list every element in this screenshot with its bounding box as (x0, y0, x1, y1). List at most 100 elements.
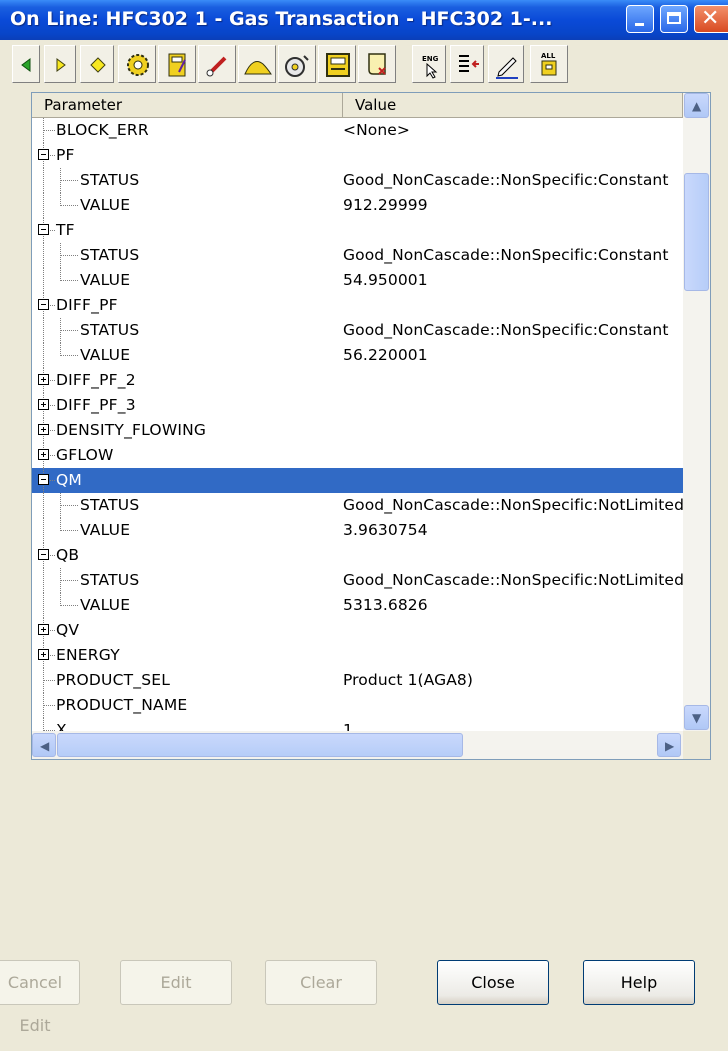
tree-node[interactable]: PRODUCT_SEL Product 1(AGA8) (32, 668, 683, 693)
minimize-button[interactable] (626, 5, 654, 33)
expand-icon[interactable] (38, 399, 49, 410)
expand-icon[interactable] (38, 374, 49, 385)
parameter-value (343, 694, 683, 717)
parameter-name: DIFF_PF_2 (56, 371, 136, 389)
tree-node[interactable]: PF (32, 143, 683, 168)
tree-leaf[interactable]: STATUS Good_NonCascade::NonSpecific:Const… (32, 318, 683, 343)
tree-node[interactable]: TF (32, 218, 683, 243)
parameter-value: Good_NonCascade::NonSpecific:Constant (343, 246, 669, 264)
parameter-value (343, 619, 683, 642)
cancel-edit-button[interactable]: Cancel Edit (0, 960, 80, 1035)
expand-icon[interactable] (38, 624, 49, 635)
tree-node[interactable]: DIFF_PF_3 (32, 393, 683, 418)
tree-node[interactable]: QV (32, 618, 683, 643)
connection-button[interactable] (278, 45, 316, 83)
display-panel-button[interactable] (318, 45, 356, 83)
unit-eng-button[interactable]: ENG (412, 45, 446, 83)
horizontal-scroll-thumb[interactable] (57, 733, 463, 757)
parameter-name: VALUE (80, 196, 131, 214)
tool-edit-button[interactable] (198, 45, 236, 83)
parameter-tree[interactable]: Parameter Value BLOCK_ERR <None> PF STATUS G… (31, 92, 711, 760)
horizontal-scrollbar[interactable]: ◀ ▶ (32, 731, 683, 759)
collapse-icon[interactable] (38, 299, 49, 310)
collapse-icon[interactable] (38, 224, 49, 235)
list-insert-button[interactable] (450, 45, 484, 83)
tree-node[interactable]: QM (32, 468, 683, 493)
tree-leaf[interactable]: STATUS Good_NonCascade::NonSpecific:NotLi… (32, 493, 683, 518)
tree-connector (43, 243, 44, 268)
collapse-icon[interactable] (38, 474, 49, 485)
scroll-up-button[interactable]: ▲ (684, 93, 709, 118)
parameter-name: PRODUCT_SEL (56, 671, 171, 689)
expand-icon[interactable] (38, 424, 49, 435)
close-window-button[interactable]: ✕ (694, 5, 728, 33)
tree-node[interactable]: X1 (32, 718, 683, 731)
tree-node[interactable]: DENSITY_FLOWING (32, 418, 683, 443)
parameter-name: VALUE (80, 346, 131, 364)
help-button[interactable]: Help (583, 960, 695, 1005)
parameter-value: 54.950001 (343, 271, 428, 289)
tree-connector (60, 530, 78, 531)
all-devices-icon: ALL (541, 52, 557, 76)
gear-settings-button[interactable] (118, 45, 156, 83)
tree-node[interactable]: ENERGY (32, 643, 683, 668)
maximize-button[interactable] (660, 5, 688, 33)
scroll-right-button[interactable]: ▶ (657, 733, 681, 757)
device-check-button[interactable] (158, 45, 196, 83)
tree-leaf[interactable]: VALUE 3.9630754 (32, 518, 683, 543)
tree-leaf[interactable]: VALUE 912.29999 (32, 193, 683, 218)
device-check-icon (168, 53, 186, 77)
close-icon: ✕ (701, 6, 720, 31)
tree-leaf[interactable]: STATUS Good_NonCascade::NonSpecific:NotLi… (32, 568, 683, 593)
tree-node[interactable]: GFLOW (32, 443, 683, 468)
forward-icon (56, 58, 66, 72)
tree-connector (60, 330, 78, 331)
parameter-value: <None> (343, 121, 411, 139)
parameter-value: 1 (343, 721, 353, 731)
chevron-left-icon: ◀ (40, 739, 50, 753)
expand-icon[interactable] (38, 449, 49, 460)
vertical-scroll-thumb[interactable] (684, 173, 709, 291)
parameter-name: STATUS (80, 571, 140, 589)
tree-leaf[interactable]: VALUE 5313.6826 (32, 593, 683, 618)
parameter-name: DIFF_PF (56, 296, 118, 314)
tree-leaf[interactable]: STATUS Good_NonCascade::NonSpecific:Const… (32, 243, 683, 268)
tree-node[interactable]: DIFF_PF (32, 293, 683, 318)
forward-button[interactable] (44, 45, 76, 83)
parameter-name: QM (56, 471, 82, 489)
trend-chart-button[interactable] (238, 45, 276, 83)
vertical-scrollbar[interactable]: ▲ ▼ (683, 93, 710, 731)
tree-leaf[interactable]: VALUE 54.950001 (32, 268, 683, 293)
tree-connector (60, 180, 78, 181)
tree-connector (43, 493, 44, 518)
parameter-value: Product 1(AGA8) (343, 671, 474, 689)
close-button[interactable]: Close (437, 960, 549, 1005)
parameter-name: PF (56, 146, 75, 164)
tree-leaf[interactable]: VALUE 56.220001 (32, 343, 683, 368)
tree-node[interactable]: BLOCK_ERR <None> (32, 118, 683, 143)
back-button[interactable] (12, 45, 40, 83)
tree-node[interactable]: PRODUCT_NAME (32, 693, 683, 718)
tree-node[interactable]: QB (32, 543, 683, 568)
script-scroll-button[interactable] (358, 45, 396, 83)
diamond-button[interactable] (80, 45, 114, 83)
tree-leaf[interactable]: STATUS Good_NonCascade::NonSpecific:Const… (32, 168, 683, 193)
expand-icon[interactable] (38, 649, 49, 660)
parameter-name: QB (56, 546, 80, 564)
clear-button[interactable]: Clear (265, 960, 377, 1005)
tree-rows: BLOCK_ERR <None> PF STATUS Good_NonCascade::… (32, 118, 683, 731)
maximize-icon (667, 12, 681, 24)
collapse-icon[interactable] (38, 149, 49, 160)
edit-button[interactable]: Edit (120, 960, 232, 1005)
parameter-column-header[interactable]: Parameter (32, 93, 343, 117)
parameter-value: 3.9630754 (343, 521, 428, 539)
collapse-icon[interactable] (38, 549, 49, 560)
value-column-header[interactable]: Value (343, 93, 683, 117)
tree-connector (60, 280, 78, 281)
all-devices-button[interactable]: ALL (530, 45, 568, 83)
scroll-down-button[interactable]: ▼ (684, 705, 709, 730)
scroll-left-button[interactable]: ◀ (32, 733, 56, 757)
window-title: On Line: HFC302 1 - Gas Transaction - HF… (10, 8, 553, 30)
tree-node[interactable]: DIFF_PF_2 (32, 368, 683, 393)
pencil-edit-button[interactable] (488, 45, 524, 83)
